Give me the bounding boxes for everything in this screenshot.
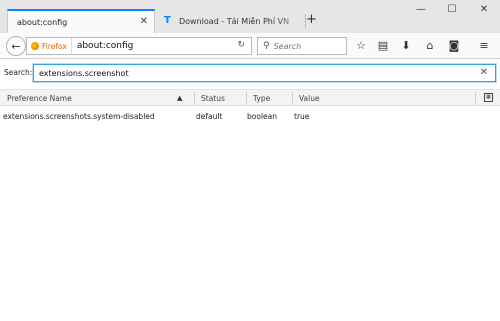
tab-title: Download - Tải Miễn Phí VN (179, 16, 290, 26)
column-header-status[interactable]: Status (201, 94, 225, 103)
status-cell: default (196, 112, 223, 121)
maximize-button[interactable]: ☐ (442, 4, 462, 15)
back-button[interactable]: ← (6, 36, 26, 56)
identity-box[interactable]: Firefox (27, 38, 72, 54)
downloads-icon[interactable]: ⬇ (398, 39, 414, 53)
search-bar[interactable]: ⚲ (257, 37, 347, 55)
close-tab-icon[interactable]: ✕ (140, 16, 148, 27)
url-bar[interactable]: Firefox about:config ↻ (26, 37, 252, 55)
bookmark-star-icon[interactable]: ☆ (353, 39, 369, 53)
pocket-icon[interactable]: ◙ (446, 39, 462, 53)
type-cell: boolean (247, 112, 277, 121)
clear-search-icon[interactable]: ✕ (480, 67, 488, 78)
home-icon[interactable]: ⌂ (422, 39, 438, 53)
column-resizer[interactable] (246, 92, 247, 105)
reading-list-icon[interactable]: ▤ (375, 39, 391, 53)
config-search-field[interactable]: ✕ (33, 64, 496, 82)
firefox-logo-icon (31, 42, 39, 50)
value-cell: true (294, 112, 310, 121)
config-search-input[interactable] (39, 68, 459, 78)
search-input[interactable] (273, 41, 334, 51)
config-search-label: Search: (4, 68, 33, 77)
title-bar: about:config ✕ T Download - Tải Miễn Phí… (0, 0, 500, 33)
reload-icon[interactable]: ↻ (237, 40, 245, 50)
column-header-value[interactable]: Value (299, 94, 320, 103)
site-favicon-icon: T (164, 15, 171, 26)
minimize-button[interactable]: — (411, 4, 431, 15)
menu-icon[interactable]: ≡ (476, 39, 492, 53)
nav-toolbar: ← Firefox about:config ↻ ⚲ ☆ ▤ ⬇ ⌂ ◙ ≡ (0, 33, 500, 59)
table-row[interactable]: extensions.screenshots.system-disabled d… (0, 109, 500, 123)
column-header-type[interactable]: Type (253, 94, 270, 103)
preference-name-cell: extensions.screenshots.system-disabled (3, 112, 155, 121)
url-text[interactable]: about:config (72, 41, 134, 51)
config-search-row: Search: ✕ (0, 60, 500, 86)
tab-about-config[interactable]: about:config ✕ (7, 9, 155, 33)
column-resizer[interactable] (475, 92, 476, 105)
tab-download[interactable]: T Download - Tải Miễn Phí VN (155, 9, 305, 33)
arrow-left-icon: ← (11, 39, 21, 53)
column-resizer[interactable] (194, 92, 195, 105)
sort-ascending-icon: ▲ (177, 94, 183, 102)
column-picker-icon[interactable]: ▦ (484, 93, 493, 102)
column-resizer[interactable] (292, 92, 293, 105)
column-header-preference-name[interactable]: Preference Name (7, 94, 72, 103)
search-icon: ⚲ (263, 41, 270, 51)
tab-title: about:config (17, 17, 68, 27)
identity-label: Firefox (42, 41, 67, 51)
close-window-button[interactable]: ✕ (474, 4, 494, 15)
preferences-table-header: Preference Name ▲ Status Type Value ▦ (0, 89, 500, 106)
new-tab-button[interactable]: + (306, 12, 317, 27)
